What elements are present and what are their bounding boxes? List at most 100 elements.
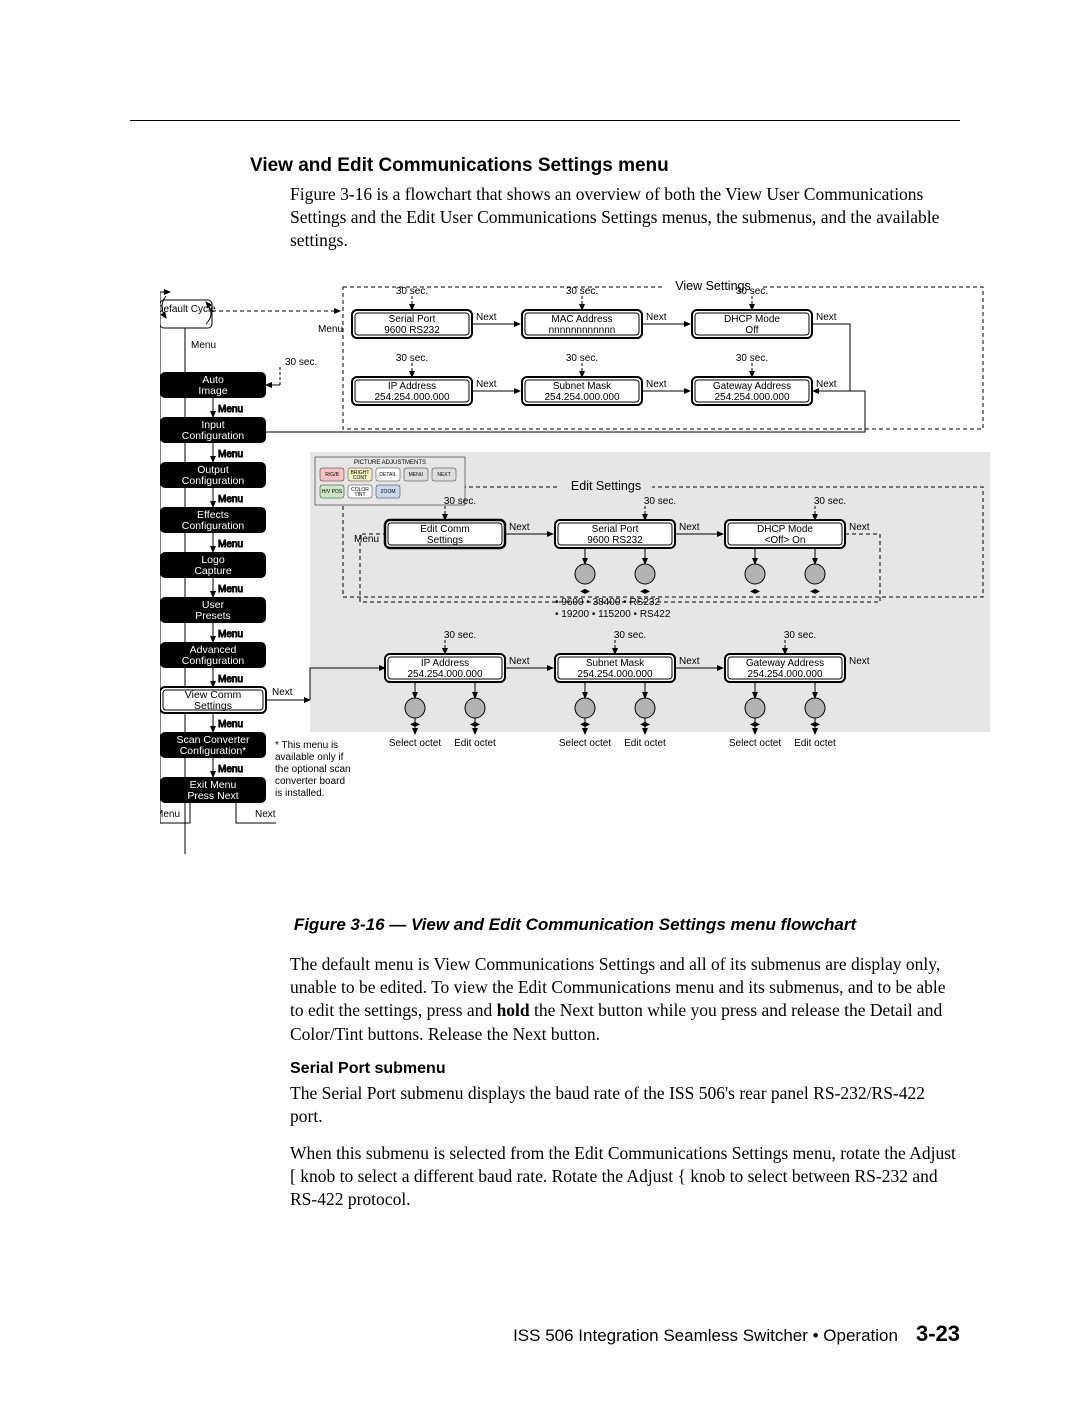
svg-text:H/V POS: H/V POS bbox=[322, 489, 343, 495]
intro-paragraph: Figure 3-16 is a flowchart that shows an… bbox=[290, 183, 960, 252]
svg-text:Capture: Capture bbox=[194, 565, 232, 577]
svg-text:Menu: Menu bbox=[318, 324, 343, 335]
svg-text:• 19200 • 115200 • RS422: • 19200 • 115200 • RS422 bbox=[555, 609, 671, 620]
svg-text:R/G/B: R/G/B bbox=[325, 472, 339, 478]
svg-text:◂▸: ◂▸ bbox=[750, 586, 760, 597]
serial-port-subheading: Serial Port submenu bbox=[290, 1060, 960, 1078]
svg-text:Menu: Menu bbox=[218, 719, 243, 730]
svg-text:IP Address: IP Address bbox=[421, 658, 469, 669]
svg-text:30 sec.: 30 sec. bbox=[444, 496, 476, 507]
svg-text:Next: Next bbox=[849, 522, 870, 533]
svg-text:MENU: MENU bbox=[409, 472, 424, 478]
svg-text:Next: Next bbox=[509, 656, 530, 667]
svg-text:Next: Next bbox=[476, 379, 497, 390]
svg-text:nnnnnnnnnnnn: nnnnnnnnnnnn bbox=[549, 325, 616, 336]
svg-text:Configuration: Configuration bbox=[182, 475, 245, 487]
figure-flowchart: View Settings Default Cycle Serial Port … bbox=[160, 272, 960, 897]
svg-text:Next: Next bbox=[646, 379, 667, 390]
svg-text:Configuration*: Configuration* bbox=[180, 745, 247, 757]
svg-text:Select octet: Select octet bbox=[559, 738, 611, 749]
section-heading: View and Edit Communications Settings me… bbox=[250, 155, 960, 177]
svg-text:available only if: available only if bbox=[275, 752, 344, 763]
default-cycle-label: Default Cycle bbox=[160, 304, 216, 315]
svg-text:Subnet Mask: Subnet Mask bbox=[553, 381, 612, 392]
svg-text:NEXT: NEXT bbox=[437, 472, 450, 478]
svg-text:Image: Image bbox=[198, 385, 227, 397]
svg-text:254.254.000.000: 254.254.000.000 bbox=[714, 392, 790, 403]
svg-text:Next: Next bbox=[816, 312, 837, 323]
svg-text:PICTURE ADJUSTMENTS: PICTURE ADJUSTMENTS bbox=[354, 460, 426, 466]
svg-text:Settings: Settings bbox=[194, 700, 232, 712]
svg-text:Edit octet: Edit octet bbox=[624, 738, 666, 749]
svg-text:Menu: Menu bbox=[218, 674, 243, 685]
edit-settings-label: Edit Settings bbox=[571, 479, 641, 493]
svg-text:Press Next: Press Next bbox=[187, 790, 238, 802]
svg-text:CONT: CONT bbox=[353, 475, 367, 481]
svg-text:Serial Port: Serial Port bbox=[389, 314, 436, 325]
svg-text:DHCP Mode: DHCP Mode bbox=[724, 314, 780, 325]
svg-text:30 sec.: 30 sec. bbox=[614, 630, 646, 641]
svg-text:Menu: Menu bbox=[218, 539, 243, 550]
svg-text:Next: Next bbox=[679, 522, 700, 533]
svg-text:Menu: Menu bbox=[354, 534, 379, 545]
view-row2: IP Address 254.254.000.000 30 sec. Next … bbox=[352, 353, 837, 405]
svg-text:30 sec.: 30 sec. bbox=[566, 286, 598, 297]
svg-text:Next: Next bbox=[679, 656, 700, 667]
svg-text:30 sec.: 30 sec. bbox=[566, 353, 598, 364]
paragraph-after-figure: The default menu is View Communications … bbox=[290, 953, 960, 1045]
svg-text:Next: Next bbox=[255, 809, 276, 820]
svg-text:Next: Next bbox=[272, 687, 293, 698]
svg-text:Menu: Menu bbox=[218, 584, 243, 595]
serial-port-p1: The Serial Port submenu displays the bau… bbox=[290, 1082, 960, 1128]
svg-text:Edit octet: Edit octet bbox=[454, 738, 496, 749]
svg-text:30 sec.: 30 sec. bbox=[396, 286, 428, 297]
svg-text:254.254.000.000: 254.254.000.000 bbox=[577, 669, 653, 680]
page-footer: ISS 506 Integration Seamless Switcher • … bbox=[130, 1321, 960, 1347]
svg-text:Menu: Menu bbox=[218, 629, 243, 640]
svg-text:DHCP Mode: DHCP Mode bbox=[757, 524, 813, 535]
svg-text:converter board: converter board bbox=[275, 776, 345, 787]
svg-text:30 sec.: 30 sec. bbox=[736, 353, 768, 364]
svg-text:Configuration: Configuration bbox=[182, 655, 245, 667]
svg-text:30 sec.: 30 sec. bbox=[396, 353, 428, 364]
svg-text:Configuration: Configuration bbox=[182, 430, 245, 442]
svg-text:Off: Off bbox=[745, 325, 758, 336]
svg-text:Next: Next bbox=[816, 379, 837, 390]
svg-text:Select octet: Select octet bbox=[389, 738, 441, 749]
svg-text:Presets: Presets bbox=[195, 610, 231, 622]
svg-text:ZOOM: ZOOM bbox=[381, 489, 396, 495]
svg-text:Next: Next bbox=[849, 656, 870, 667]
svg-text:DETAIL: DETAIL bbox=[379, 472, 396, 478]
svg-text:Configuration: Configuration bbox=[182, 520, 245, 532]
svg-text:254.254.000.000: 254.254.000.000 bbox=[407, 669, 483, 680]
edit-row2: IP Address 254.254.000.000 30 sec. Next … bbox=[385, 630, 870, 682]
svg-text:Next: Next bbox=[646, 312, 667, 323]
svg-text:254.254.000.000: 254.254.000.000 bbox=[747, 669, 823, 680]
svg-text:30 sec.: 30 sec. bbox=[814, 496, 846, 507]
svg-text:Menu: Menu bbox=[218, 494, 243, 505]
svg-text:Next: Next bbox=[476, 312, 497, 323]
svg-text:Edit octet: Edit octet bbox=[794, 738, 836, 749]
svg-text:Subnet Mask: Subnet Mask bbox=[586, 658, 645, 669]
svg-text:30 sec.: 30 sec. bbox=[285, 357, 317, 368]
view-row1: Serial Port 9600 RS232 30 sec. Next Menu… bbox=[318, 286, 850, 391]
svg-text:Menu: Menu bbox=[218, 764, 243, 775]
svg-text:Menu: Menu bbox=[191, 340, 216, 351]
svg-text:<Off> On: <Off> On bbox=[765, 535, 806, 546]
scan-note: * This menu is bbox=[275, 740, 338, 751]
svg-text:Gateway Address: Gateway Address bbox=[746, 658, 824, 669]
svg-text:the optional scan: the optional scan bbox=[275, 764, 351, 775]
svg-text:Serial Port: Serial Port bbox=[592, 524, 639, 535]
figure-caption: Figure 3-16 — View and Edit Communicatio… bbox=[190, 915, 960, 935]
svg-text:is installed.: is installed. bbox=[275, 788, 324, 799]
svg-text:9600 RS232: 9600 RS232 bbox=[384, 325, 440, 336]
svg-text:Menu: Menu bbox=[160, 809, 180, 820]
svg-text:Select octet: Select octet bbox=[729, 738, 781, 749]
svg-text:Gateway Address: Gateway Address bbox=[713, 381, 791, 392]
svg-text:30 sec.: 30 sec. bbox=[784, 630, 816, 641]
svg-text:MAC Address: MAC Address bbox=[551, 314, 612, 325]
left-menu-column: Auto Image 30 sec. InputConfiguration Ou… bbox=[160, 357, 317, 803]
svg-text:30 sec.: 30 sec. bbox=[736, 286, 768, 297]
svg-text:30 sec.: 30 sec. bbox=[644, 496, 676, 507]
svg-text:Edit Comm: Edit Comm bbox=[420, 524, 469, 535]
